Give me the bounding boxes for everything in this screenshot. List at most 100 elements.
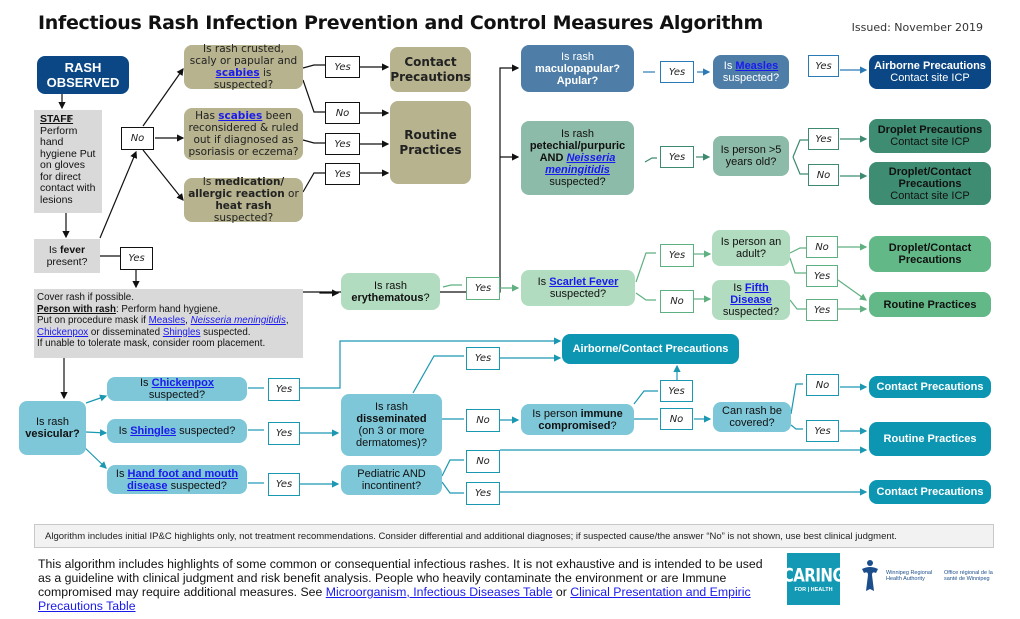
- link-microorganism-table[interactable]: Microorganism, Infectious Diseases Table: [326, 585, 553, 599]
- dis-bold: disseminated: [356, 413, 427, 425]
- answer-yes: Yes: [660, 146, 694, 168]
- age-over-5-question: Is person >5 years old?: [713, 136, 789, 176]
- cp-post: suspected?: [148, 389, 206, 401]
- maculopapular-question: Is rash maculopapular? Apular?: [521, 45, 634, 92]
- q3-mid: or: [284, 188, 299, 200]
- hfm-pre: Is: [115, 467, 128, 480]
- fifth-disease-question: Is Fifth Disease suspected?: [712, 280, 790, 320]
- hand-foot-mouth-question: Is Hand foot and mouth disease suspected…: [107, 465, 247, 494]
- pet-and: AND: [539, 152, 567, 164]
- caring-logo-text: CARING: [782, 563, 845, 586]
- wrha-logo: Winnipeg Regional Health Authority Offic…: [860, 558, 1010, 594]
- link-scarlet-fever[interactable]: Scarlet Fever: [549, 276, 618, 288]
- mac-line2: maculopapular?: [535, 62, 620, 75]
- scarlet-post: suspected?: [549, 288, 607, 300]
- routine-practices-result-2: Routine Practices: [869, 292, 991, 317]
- answer-yes: Yes: [808, 128, 839, 150]
- person-line4-mid: or disseminated: [88, 326, 163, 338]
- link-scabies[interactable]: scabies: [216, 67, 260, 79]
- pediatric-incontinent-question: Pediatric AND incontinent?: [341, 465, 442, 495]
- scabies-reconsidered-question: Has scabies been reconsidered & ruled ou…: [184, 108, 303, 160]
- wrha-figure-icon: [862, 560, 878, 591]
- answer-yes: Yes: [325, 56, 360, 78]
- rash-observed-node: RASH OBSERVED: [37, 56, 129, 94]
- scarlet-pre: Is: [537, 276, 550, 288]
- answer-yes: Yes: [806, 265, 838, 287]
- q3-pre: Is: [202, 176, 215, 188]
- ves-line1: Is rash: [35, 416, 69, 428]
- person-line2-bold: Person with rash: [37, 303, 116, 315]
- answer-no: No: [660, 290, 694, 313]
- arrow-fever-no: [99, 150, 138, 239]
- scabies-question: Is rash crusted, scaly or papular and sc…: [184, 43, 303, 91]
- airborne-precautions-result: Airborne Precautions Contact site ICP: [869, 55, 991, 89]
- fifth-post: suspected?: [722, 306, 780, 318]
- contact-precautions-result: Contact Precautions: [390, 47, 471, 92]
- answer-yes: Yes: [268, 378, 300, 401]
- rash-covered-question: Can rash be covered?: [713, 402, 791, 432]
- answer-yes: Yes: [268, 473, 300, 496]
- ery-line1: Is rash: [373, 279, 407, 292]
- answer-yes: Yes: [325, 163, 360, 185]
- answer-yes: Yes: [466, 482, 500, 505]
- fever-pre: Is: [48, 244, 60, 256]
- droplet-contact-result-2: Droplet/Contact Precautions: [869, 236, 991, 272]
- link-measles[interactable]: Measles: [149, 315, 185, 326]
- q3-post: suspected?: [213, 212, 274, 224]
- droplet-contact-precautions-result: Droplet/Contact Precautions Contact site…: [869, 162, 991, 205]
- answer-no: No: [806, 236, 838, 258]
- fifth-pre: Is: [733, 282, 745, 294]
- shingles-question: Is Shingles suspected?: [107, 419, 247, 443]
- caring-logo-subtext: FOR | HEALTH: [794, 586, 833, 593]
- fever-bold: fever: [59, 244, 86, 256]
- person-with-rash-instructions: Cover rash if possible. Person with rash…: [34, 289, 303, 358]
- q1-pre: Is rash crusted, scaly or papular and: [189, 43, 298, 67]
- link-shingles[interactable]: Shingles: [163, 327, 201, 338]
- q2-pre: Has: [195, 110, 219, 122]
- imm-post: ?: [610, 419, 617, 432]
- hfm-post: suspected?: [167, 479, 227, 492]
- answer-yes: Yes: [325, 133, 360, 155]
- rash-observed-line2: OBSERVED: [46, 75, 120, 90]
- link-chickenpox-2[interactable]: Chickenpox: [152, 377, 214, 389]
- ves-bold: vesicular?: [25, 428, 80, 440]
- droplet-sub: Contact site ICP: [890, 136, 970, 148]
- answer-no: No: [466, 409, 500, 432]
- routine-practices-result-3: Routine Practices: [869, 422, 991, 456]
- answer-no-fever: No: [121, 127, 154, 150]
- cp-pre: Is: [140, 377, 152, 389]
- medication-allergic-question: Is medication/ allergic reaction or heat…: [184, 176, 303, 224]
- sep: ,: [285, 315, 289, 326]
- petechial-question: Is rash petechial/purpuric AND Neisseria…: [521, 121, 634, 195]
- link-shingles-2[interactable]: Shingles: [130, 425, 176, 437]
- link-neisseria[interactable]: Neisseria meningitidis: [191, 315, 286, 326]
- answer-yes: Yes: [660, 244, 694, 267]
- link-measles-2[interactable]: Measles: [735, 60, 778, 72]
- dis-post: (on 3 or more dermatomes)?: [356, 425, 427, 449]
- mac-line3: Apular?: [556, 74, 599, 87]
- answer-no: No: [808, 164, 839, 186]
- link-chickenpox[interactable]: Chickenpox: [37, 327, 88, 338]
- contact-precautions-result-2: Contact Precautions: [869, 376, 991, 398]
- person-line4-end: suspected.: [200, 326, 251, 338]
- answer-yes: Yes: [466, 277, 500, 300]
- disseminated-question: Is rash disseminated (on 3 or more derma…: [341, 394, 442, 456]
- droplet-contact-title: Droplet/Contact Precautions: [888, 165, 972, 190]
- contact-precautions-result-3: Contact Precautions: [869, 480, 991, 504]
- staff-instructions: STAFF: Perform hand hygiene Put on glove…: [34, 110, 102, 213]
- airborne-title: Airborne Precautions: [874, 60, 986, 72]
- answer-yes: Yes: [660, 380, 693, 402]
- airborne-sub: Contact site ICP: [890, 72, 970, 84]
- rash-observed-line1: RASH: [64, 60, 102, 75]
- vesicular-question: Is rash vesicular?: [19, 401, 86, 455]
- disclaimer-note: Algorithm includes initial IP&C highligh…: [34, 524, 994, 548]
- pet-post: suspected?: [549, 176, 606, 188]
- person-line5: If unable to tolerate mask, consider roo…: [37, 338, 266, 349]
- dis-line1: Is rash: [374, 401, 408, 413]
- sh-post: suspected?: [176, 425, 236, 437]
- scarlet-fever-question: Is Scarlet Fever suspected?: [521, 270, 635, 306]
- answer-yes: Yes: [806, 420, 839, 442]
- link-scabies-2[interactable]: scabies: [218, 110, 262, 122]
- answer-no: No: [806, 374, 839, 396]
- answer-no: No: [660, 408, 693, 430]
